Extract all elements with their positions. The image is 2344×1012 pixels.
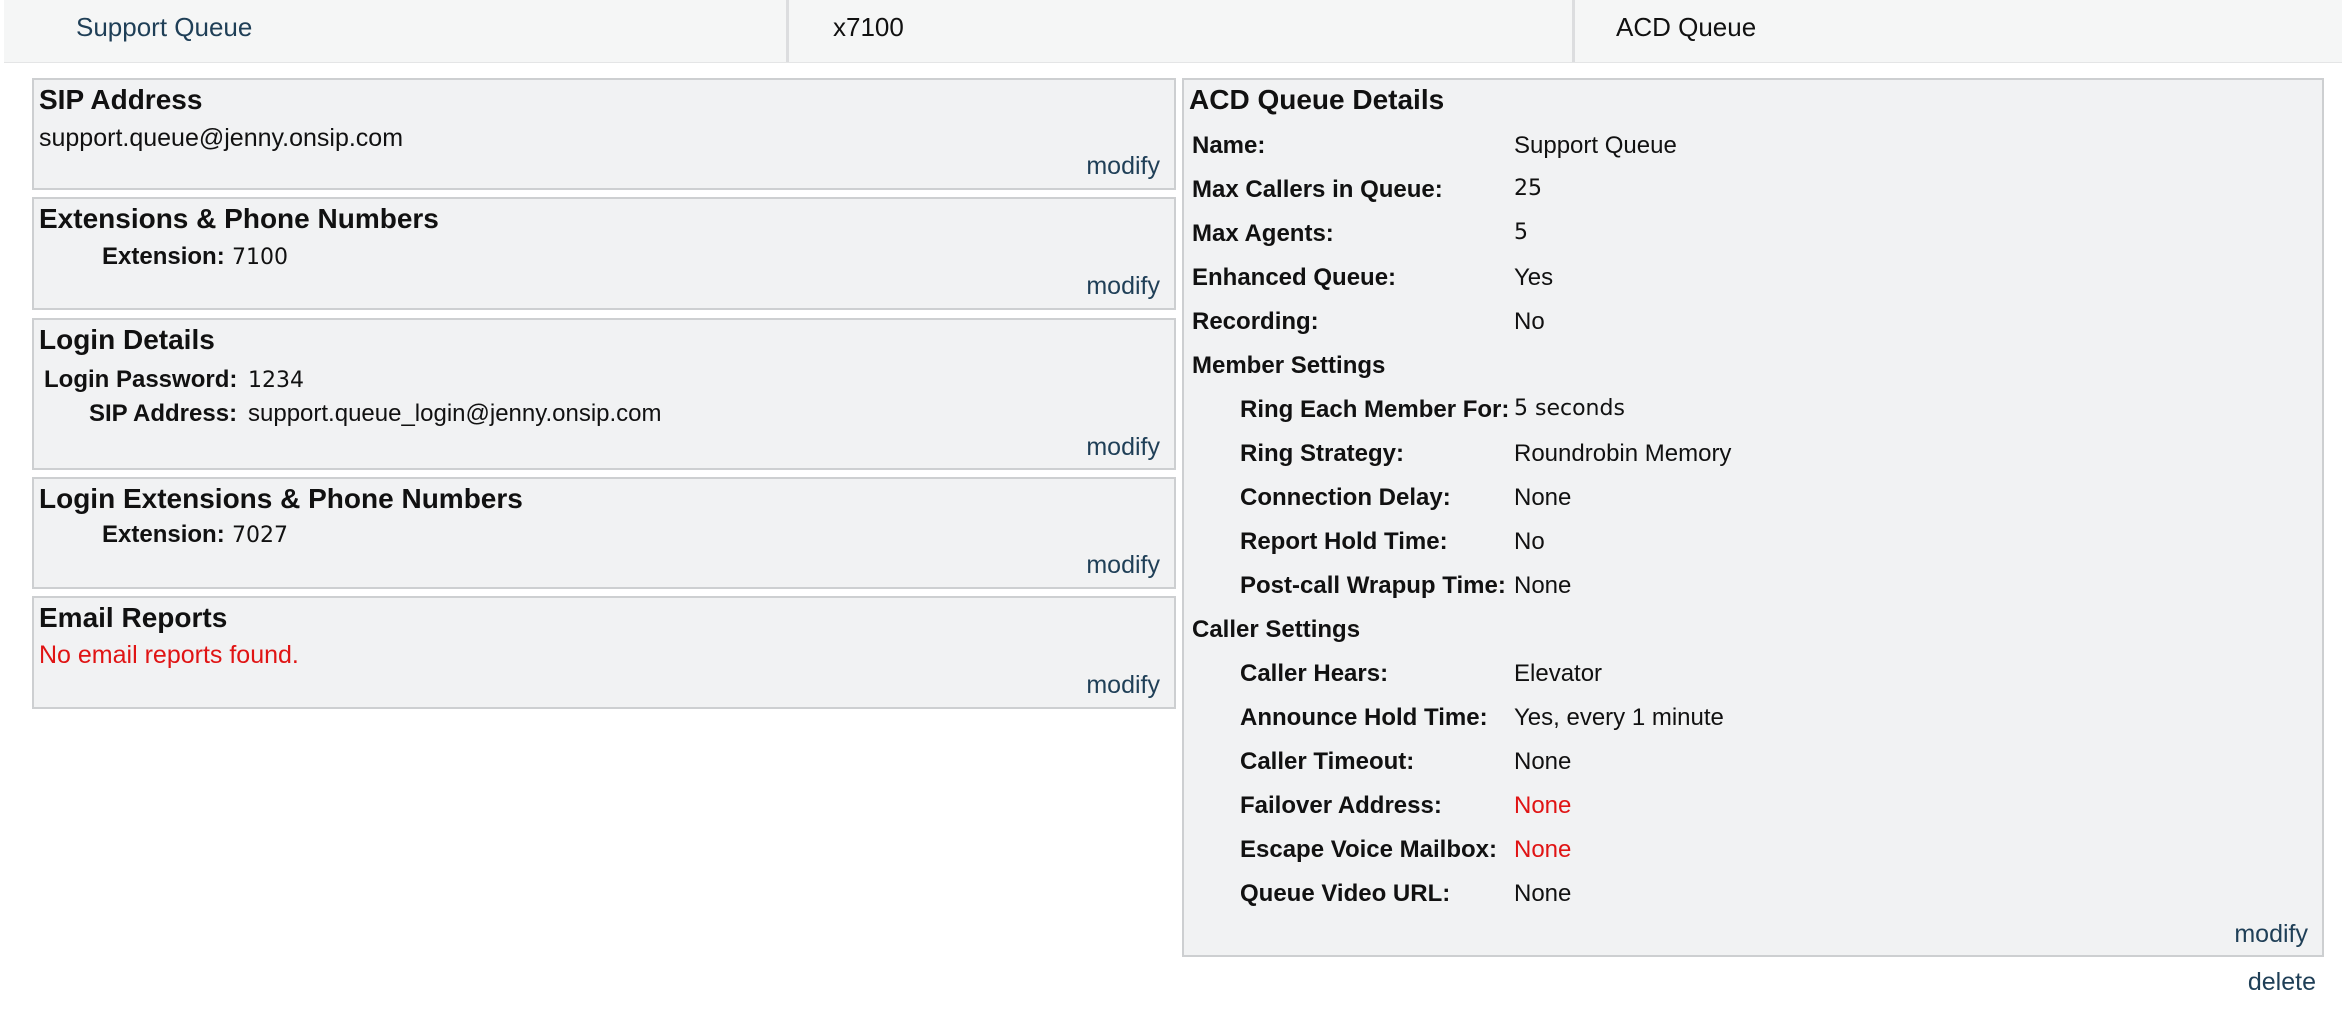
extensions-title: Extensions & Phone Numbers	[39, 203, 439, 234]
announce-hold-value: Yes, every 1 minute	[1514, 704, 1724, 731]
login-extension-label: Extension:	[102, 521, 225, 548]
ring-strategy-value: Roundrobin Memory	[1514, 440, 1732, 467]
sip-address-modify-link[interactable]: modify	[1086, 152, 1160, 181]
caller-hears-value: Elevator	[1514, 660, 1603, 687]
login-sip-value: support.queue_login@jenny.onsip.com	[248, 400, 662, 427]
escape-mailbox-value: None	[1514, 836, 1572, 863]
login-sip-label: SIP Address:	[89, 400, 238, 427]
name-value: Support Queue	[1514, 132, 1677, 159]
queue-video-url-label: Queue Video URL:	[1240, 880, 1451, 907]
acd-queue-details-panel: ACD Queue Details Name: Support Queue Ma…	[1182, 78, 2324, 957]
login-extensions-modify-link[interactable]: modify	[1086, 551, 1160, 580]
queue-extension: x7100	[792, 0, 1575, 62]
name-label: Name:	[1192, 132, 1266, 159]
login-extension-value: 7027	[232, 523, 288, 548]
queue-video-url-value: None	[1514, 880, 1572, 907]
caller-timeout-value: None	[1514, 748, 1572, 775]
login-details-panel: Login Details Login Password: 1234 SIP A…	[32, 318, 1176, 470]
max-callers-value: 25	[1514, 176, 1542, 201]
ring-each-value: 5 seconds	[1514, 396, 1625, 421]
ring-each-label: Ring Each Member For:	[1240, 396, 1510, 423]
acd-details-title: ACD Queue Details	[1189, 84, 1445, 115]
connection-delay-label: Connection Delay:	[1240, 484, 1451, 511]
queue-name-link[interactable]: Support Queue	[4, 0, 789, 62]
login-password-label: Login Password:	[44, 366, 238, 393]
login-password-value: 1234	[248, 368, 304, 393]
report-hold-label: Report Hold Time:	[1240, 528, 1448, 555]
wrapup-label: Post-call Wrapup Time:	[1240, 572, 1506, 599]
failover-label: Failover Address:	[1240, 792, 1442, 819]
recording-label: Recording:	[1192, 308, 1319, 335]
announce-hold-label: Announce Hold Time:	[1240, 704, 1488, 731]
extension-value: 7100	[232, 245, 288, 270]
queue-type: ACD Queue	[1616, 12, 1757, 42]
queue-header-bar: Support Queue x7100 ACD Queue	[4, 0, 2342, 63]
enhanced-queue-value: Yes	[1514, 264, 1554, 291]
login-details-modify-link[interactable]: modify	[1086, 433, 1160, 462]
recording-value: No	[1514, 308, 1545, 335]
login-extensions-panel: Login Extensions & Phone Numbers Extensi…	[32, 477, 1176, 589]
sip-address-panel: SIP Address support.queue@jenny.onsip.co…	[32, 78, 1176, 190]
max-agents-label: Max Agents:	[1192, 220, 1334, 247]
delete-queue-link[interactable]: delete	[2248, 968, 2316, 997]
max-callers-label: Max Callers in Queue:	[1192, 176, 1443, 203]
ring-strategy-label: Ring Strategy:	[1240, 440, 1405, 467]
email-reports-title: Email Reports	[39, 602, 228, 633]
email-reports-modify-link[interactable]: modify	[1086, 671, 1160, 700]
sip-address-title: SIP Address	[39, 84, 203, 115]
caller-settings-heading: Caller Settings	[1192, 616, 1361, 643]
extensions-modify-link[interactable]: modify	[1086, 272, 1160, 301]
member-settings-heading: Member Settings	[1192, 352, 1386, 379]
max-agents-value: 5	[1514, 220, 1528, 245]
caller-hears-label: Caller Hears:	[1240, 660, 1389, 687]
report-hold-value: No	[1514, 528, 1545, 555]
wrapup-value: None	[1514, 572, 1572, 599]
email-reports-empty-message: No email reports found.	[39, 641, 299, 669]
sip-address-value: support.queue@jenny.onsip.com	[39, 124, 404, 152]
extensions-panel: Extensions & Phone Numbers Extension: 71…	[32, 197, 1176, 310]
extension-label: Extension:	[102, 243, 225, 270]
escape-mailbox-label: Escape Voice Mailbox:	[1240, 836, 1497, 863]
connection-delay-value: None	[1514, 484, 1572, 511]
login-extensions-title: Login Extensions & Phone Numbers	[39, 483, 523, 514]
failover-value: None	[1514, 792, 1572, 819]
email-reports-panel: Email Reports No email reports found. mo…	[32, 596, 1176, 709]
login-details-title: Login Details	[39, 324, 215, 355]
enhanced-queue-label: Enhanced Queue:	[1192, 264, 1397, 291]
caller-timeout-label: Caller Timeout:	[1240, 748, 1415, 775]
acd-details-modify-link[interactable]: modify	[2234, 920, 2308, 949]
